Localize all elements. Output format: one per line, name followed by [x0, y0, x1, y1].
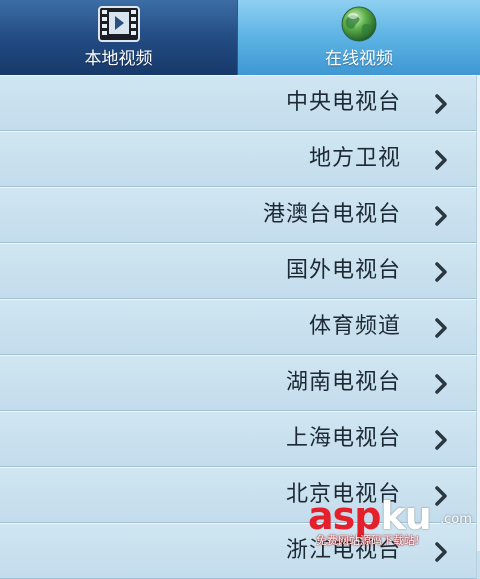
watermark-brand-red: asp: [308, 494, 381, 538]
channel-row-sports[interactable]: 体育频道: [0, 299, 477, 355]
watermark-brand-white: ku: [380, 494, 431, 538]
channel-label: 地方卫视: [308, 146, 401, 171]
film-icon: [97, 6, 140, 42]
channel-label: 港澳台电视台: [262, 202, 401, 227]
chevron-right-icon: [435, 262, 447, 282]
channel-row-cctv[interactable]: 中央电视台: [0, 75, 477, 131]
channel-row-local-satellite[interactable]: 地方卫视: [0, 131, 477, 187]
channel-label: 湖南电视台: [285, 370, 401, 395]
chevron-right-icon: [435, 374, 447, 394]
tab-local-video[interactable]: 本地视频: [0, 0, 237, 75]
tab-bar: 本地视频 在线视频: [0, 0, 480, 75]
channel-row-shanghai[interactable]: 上海电视台: [0, 411, 477, 467]
channel-row-hk-macau-taiwan[interactable]: 港澳台电视台: [0, 187, 477, 243]
chevron-right-icon: [435, 318, 447, 338]
chevron-right-icon: [435, 206, 447, 226]
watermark-tagline: 免费网站源码下载站!: [316, 534, 420, 547]
channel-row-foreign[interactable]: 国外电视台: [0, 243, 477, 299]
tab-online-video-label: 在线视频: [325, 49, 393, 69]
chevron-right-icon: [435, 150, 447, 170]
channel-label: 上海电视台: [285, 426, 401, 451]
channel-label: 中央电视台: [285, 90, 401, 115]
chevron-right-icon: [435, 430, 447, 450]
channel-label: 体育频道: [308, 314, 401, 339]
globe-icon: [341, 6, 377, 42]
chevron-right-icon: [435, 94, 447, 114]
watermark-brand: aspku: [308, 494, 432, 538]
tab-local-video-label: 本地视频: [84, 49, 153, 69]
channel-label: 国外电视台: [285, 258, 401, 283]
channel-row-hunan[interactable]: 湖南电视台: [0, 355, 477, 411]
watermark-logo: aspku .com 免费网站源码下载站!: [308, 496, 480, 551]
watermark-domain: .com: [440, 512, 472, 527]
tab-online-video[interactable]: 在线视频: [237, 0, 480, 75]
